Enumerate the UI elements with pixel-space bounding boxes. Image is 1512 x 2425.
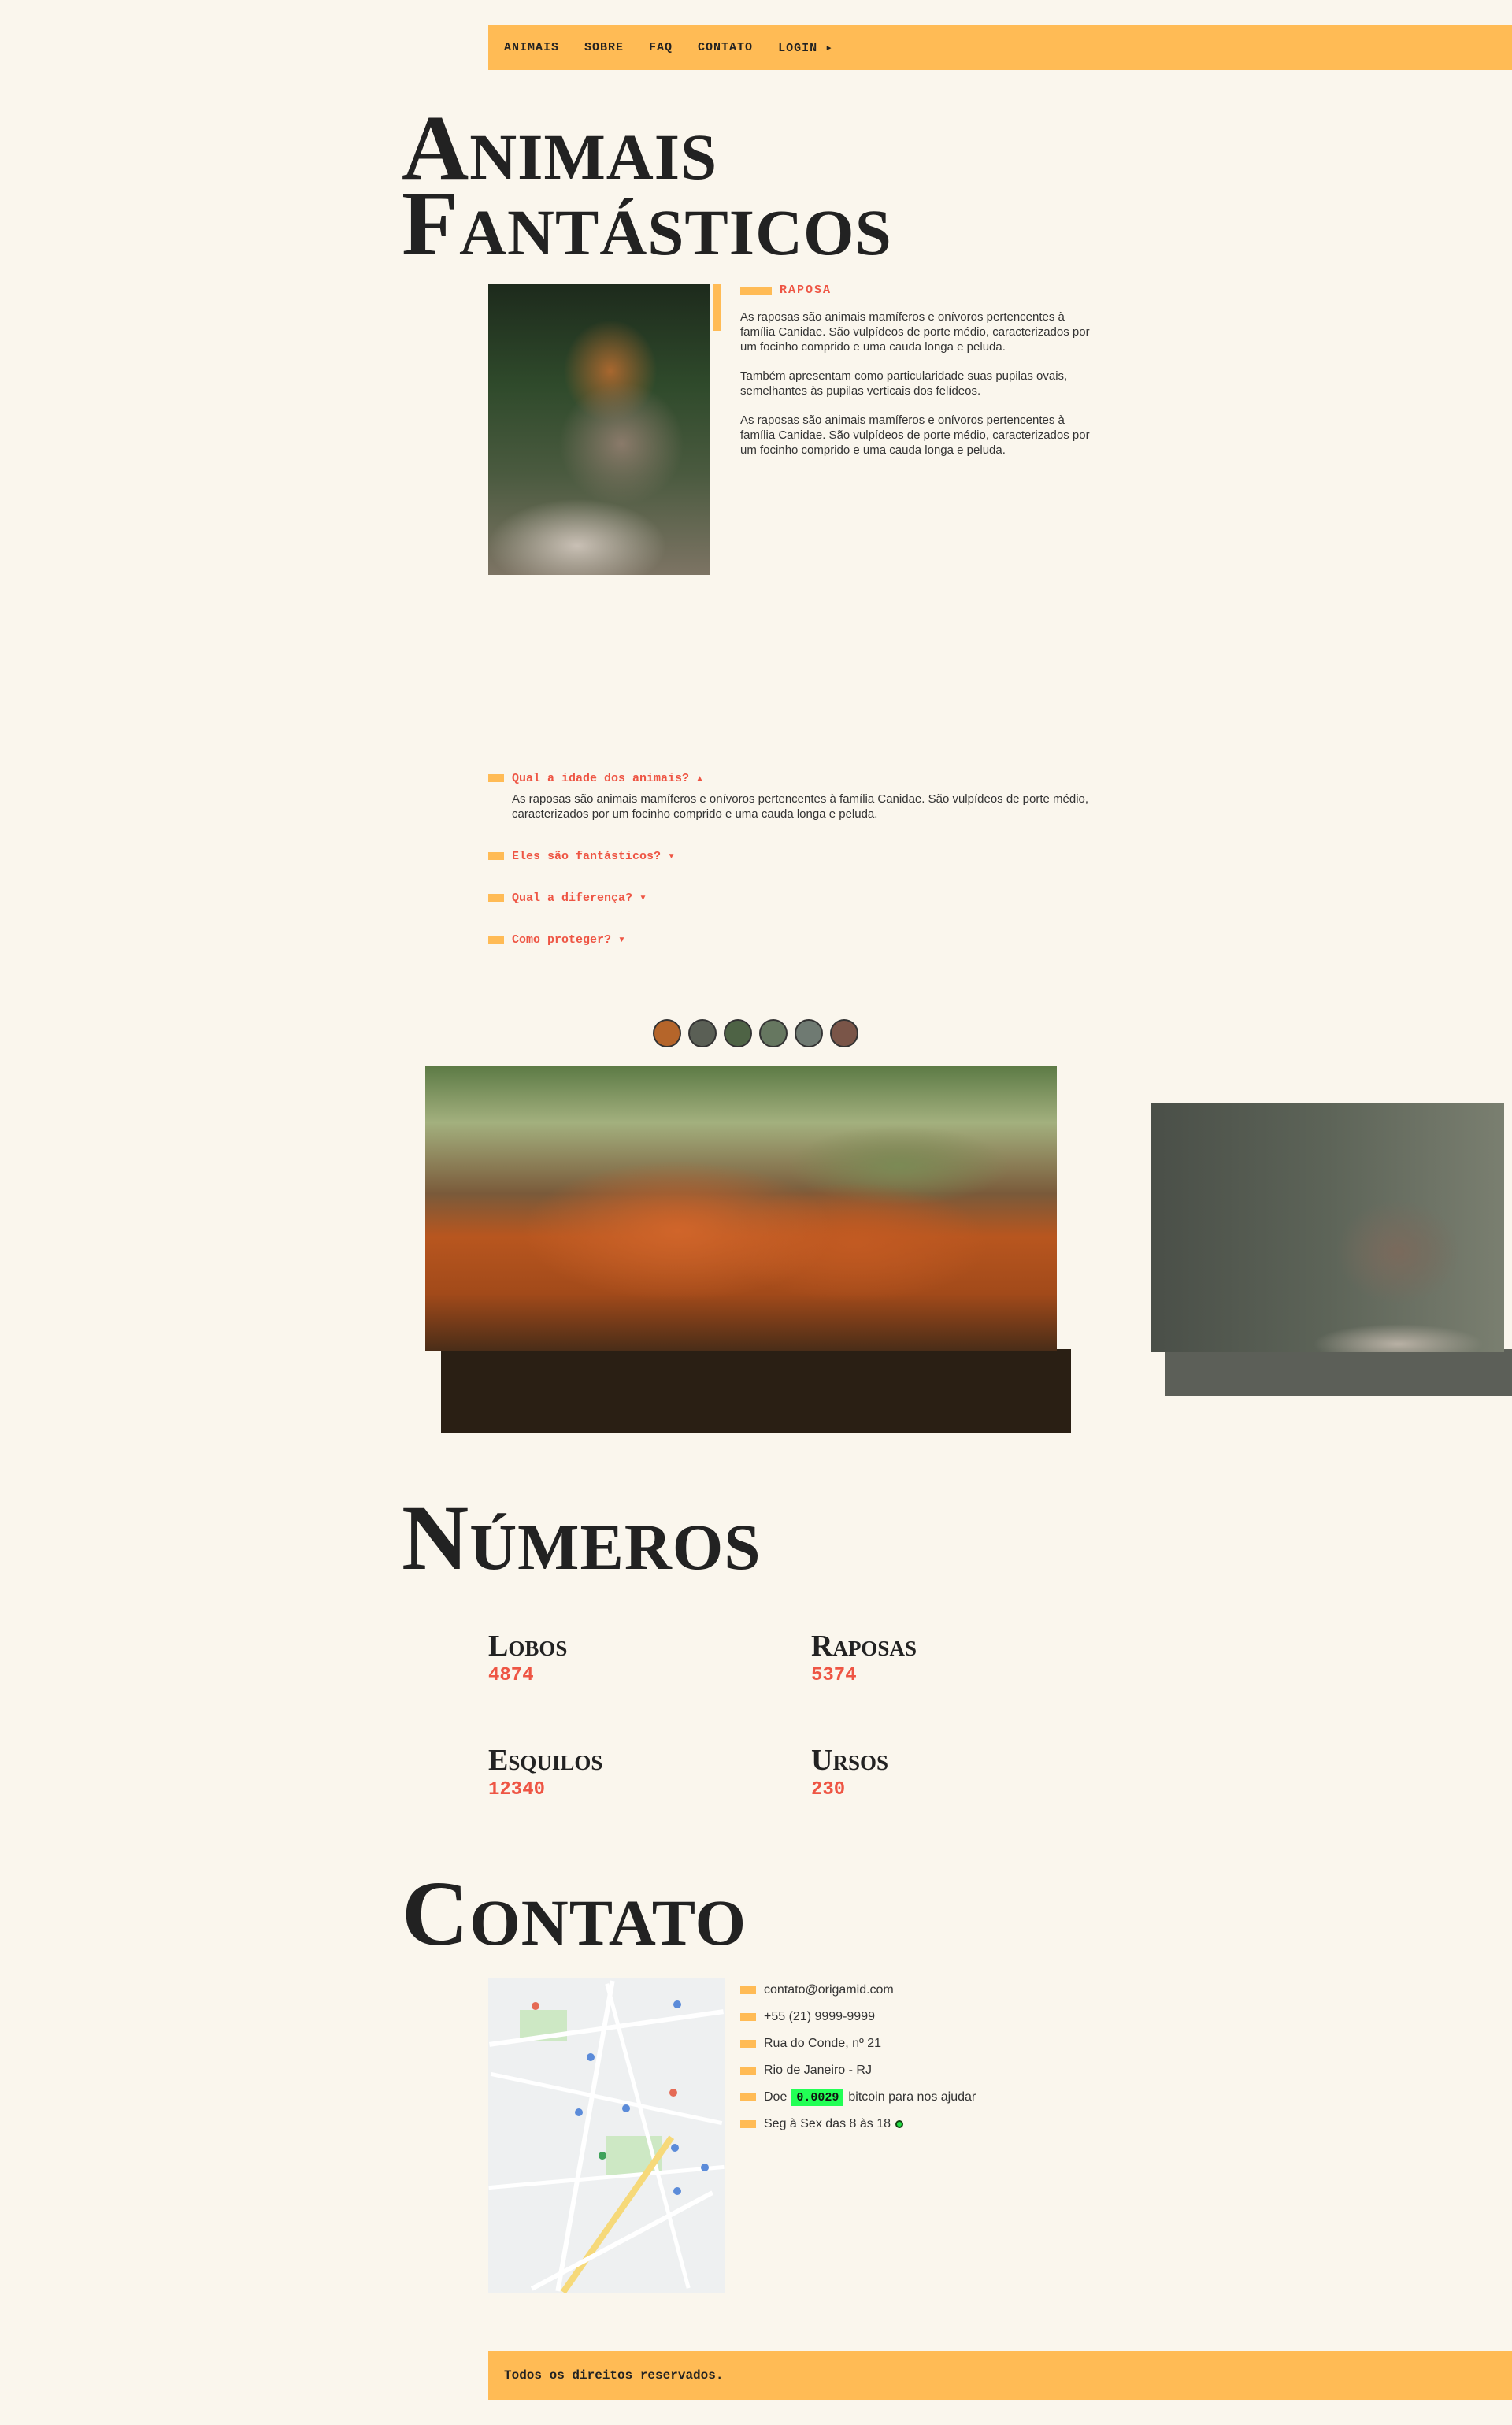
faq-question[interactable]: Qual a diferença? ▾	[488, 890, 1102, 905]
footer-text: Todos os direitos reservados.	[504, 2368, 724, 2382]
dash-icon	[488, 935, 504, 944]
contact-phone-text: +55 (21) 9999-9999	[764, 2010, 875, 2023]
number-item: Esquilos 12340	[488, 1745, 602, 1800]
fox-photo	[488, 284, 710, 575]
faq-list: Qual a idade dos animais? ▴ As raposas s…	[488, 770, 1102, 973]
map-pin	[532, 2002, 539, 2010]
number-value: 230	[811, 1779, 846, 1800]
number-value: 4874	[488, 1665, 534, 1686]
thumbnail-5[interactable]	[795, 1019, 823, 1047]
dash-icon	[740, 286, 772, 295]
gallery-thumbnails	[653, 1019, 865, 1047]
contact-hours-text: Seg à Sex das 8 às 18	[764, 2117, 891, 2130]
contact-city-text: Rio de Janeiro - RJ	[764, 2063, 872, 2077]
location-map[interactable]	[488, 1978, 724, 2293]
faq-question-text: Qual a idade dos animais? ▴	[512, 772, 704, 785]
contact-email-text: contato@origamid.com	[764, 1983, 894, 1997]
contact-city: Rio de Janeiro - RJ	[740, 2057, 976, 2084]
donate-suffix: bitcoin para nos ajudar	[848, 2090, 976, 2104]
bitcoin-amount: 0.0029	[791, 2089, 844, 2106]
number-label: Raposas	[811, 1630, 917, 1663]
number-value: 5374	[811, 1665, 857, 1686]
faq-question[interactable]: Como proteger? ▾	[488, 932, 1102, 947]
contact-email[interactable]: contato@origamid.com	[740, 1977, 976, 2004]
faq-item: Como proteger? ▾	[488, 932, 1102, 947]
numbers-title: Números	[402, 1486, 762, 1589]
animal-paragraph-2: Também apresentam como particularidade s…	[740, 369, 1068, 398]
thumbnail-1[interactable]	[653, 1019, 681, 1047]
contact-address: Rua do Conde, nº 21	[740, 2030, 976, 2057]
map-road	[490, 2071, 723, 2126]
contact-donate: Doe 0.0029 bitcoin para nos ajudar	[740, 2084, 976, 2111]
contact-phone[interactable]: +55 (21) 9999-9999	[740, 2004, 976, 2030]
faq-item: Qual a idade dos animais? ▴ As raposas s…	[488, 770, 1102, 821]
nav-link-animais[interactable]: ANIMAIS	[504, 41, 559, 54]
open-status-icon	[895, 2120, 903, 2128]
number-item: Lobos 4874	[488, 1630, 567, 1686]
thumbnail-2[interactable]	[688, 1019, 717, 1047]
footer: Todos os direitos reservados.	[488, 2351, 1512, 2400]
dash-icon	[488, 851, 504, 860]
number-item: Ursos 230	[811, 1745, 888, 1800]
thumbnail-3[interactable]	[724, 1019, 752, 1047]
faq-item: Eles são fantásticos? ▾	[488, 848, 1102, 863]
animal-paragraph-3: As raposas são animais mamíferos e onívo…	[740, 413, 1090, 457]
page-title: Animais Fantásticos	[402, 102, 892, 270]
map-pin	[673, 2187, 681, 2195]
map-pin	[671, 2144, 679, 2152]
dash-icon	[740, 2067, 756, 2075]
gallery-fox-photo[interactable]	[425, 1066, 1057, 1351]
main-nav: ANIMAIS SOBRE FAQ CONTATO LOGIN ▸	[488, 25, 1512, 70]
contact-hours: Seg à Sex das 8 às 18	[740, 2111, 976, 2138]
dash-icon	[740, 2040, 756, 2048]
faq-item: Qual a diferença? ▾	[488, 890, 1102, 905]
gallery-shadow	[441, 1349, 1071, 1433]
dash-icon	[488, 893, 504, 902]
nav-link-faq[interactable]: FAQ	[649, 41, 673, 54]
number-value: 12340	[488, 1779, 546, 1800]
map-pin	[598, 2152, 606, 2160]
nav-link-sobre[interactable]: SOBRE	[584, 41, 624, 54]
faq-question-text: Como proteger? ▾	[512, 933, 626, 947]
dash-icon	[740, 2093, 756, 2101]
gallery-shadow	[1166, 1349, 1512, 1396]
map-pin	[575, 2108, 583, 2116]
dash-icon	[740, 2013, 756, 2021]
accent-bar	[713, 284, 721, 331]
map-pin	[673, 2000, 681, 2008]
thumbnail-6[interactable]	[830, 1019, 858, 1047]
animal-name-text: RAPOSA	[780, 284, 832, 297]
gallery-squirrel-photo[interactable]	[1151, 1103, 1504, 1352]
number-label: Esquilos	[488, 1744, 603, 1777]
faq-question-text: Eles são fantásticos? ▾	[512, 850, 676, 863]
nav-link-login[interactable]: LOGIN ▸	[778, 40, 833, 55]
map-pin	[587, 2053, 595, 2061]
donate-prefix: Doe	[764, 2090, 788, 2104]
faq-question[interactable]: Eles são fantásticos? ▾	[488, 848, 1102, 863]
map-pin	[622, 2104, 630, 2112]
map-pin	[701, 2164, 709, 2171]
number-label: Lobos	[488, 1630, 568, 1663]
title-line-2: Fantásticos	[402, 172, 892, 275]
animal-paragraph-1: As raposas são animais mamíferos e onívo…	[740, 310, 1090, 354]
dash-icon	[488, 773, 504, 782]
faq-question[interactable]: Qual a idade dos animais? ▴	[488, 770, 1102, 785]
animal-description: RAPOSA As raposas são animais mamíferos …	[740, 284, 1095, 472]
number-label: Ursos	[811, 1744, 888, 1777]
contact-list: contato@origamid.com +55 (21) 9999-9999 …	[740, 1977, 976, 2138]
dash-icon	[740, 2120, 756, 2128]
faq-answer: As raposas são animais mamíferos e onívo…	[512, 792, 1089, 821]
animal-name: RAPOSA	[740, 284, 1095, 297]
contact-address-text: Rua do Conde, nº 21	[764, 2037, 882, 2050]
map-pin	[669, 2089, 677, 2097]
number-item: Raposas 5374	[811, 1630, 917, 1686]
faq-question-text: Qual a diferença? ▾	[512, 892, 647, 905]
nav-link-contato[interactable]: CONTATO	[698, 41, 753, 54]
thumbnail-4[interactable]	[759, 1019, 788, 1047]
dash-icon	[740, 1986, 756, 1994]
contact-title: Contato	[402, 1862, 747, 1965]
